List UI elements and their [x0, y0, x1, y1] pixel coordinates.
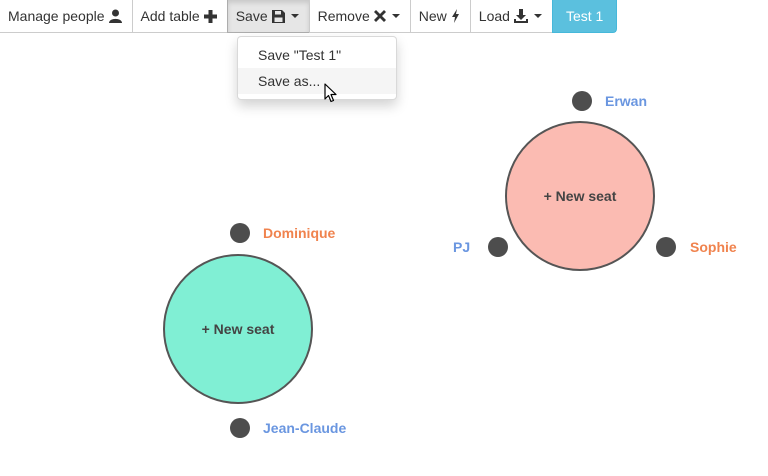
times-icon — [373, 10, 386, 22]
seat-handle[interactable] — [572, 91, 592, 111]
seat-name[interactable]: Jean-Claude — [263, 420, 346, 436]
table[interactable]: + New seat — [505, 121, 655, 271]
current-plan-label: Test 1 — [565, 8, 604, 24]
new-label: New — [418, 8, 447, 24]
download-icon — [513, 9, 528, 23]
save-button[interactable]: Save — [226, 0, 310, 33]
manage-people-label: Manage people — [8, 8, 105, 24]
remove-button[interactable]: Remove — [308, 0, 411, 33]
load-label: Load — [478, 8, 510, 24]
new-seat-label[interactable]: + New seat — [544, 188, 617, 204]
table[interactable]: + New seat — [163, 254, 313, 404]
new-button[interactable]: New — [409, 0, 471, 33]
save-current-menu-item[interactable]: Save "Test 1" — [238, 42, 396, 68]
remove-label: Remove — [317, 8, 370, 24]
floppy-disk-icon — [271, 9, 285, 23]
seat-name[interactable]: Sophie — [690, 239, 737, 255]
save-dropdown-menu: Save "Test 1" Save as... — [237, 36, 397, 100]
chevron-down-icon — [533, 14, 542, 18]
bolt-icon — [451, 9, 460, 23]
save-as-menu-item[interactable]: Save as... — [238, 68, 396, 94]
load-button[interactable]: Load — [469, 0, 553, 33]
plus-icon — [203, 9, 217, 23]
user-icon — [108, 9, 122, 23]
seat-handle[interactable] — [488, 237, 508, 257]
seat-name[interactable]: Dominique — [263, 225, 335, 241]
add-table-button[interactable]: Add table — [131, 0, 228, 33]
chevron-down-icon — [290, 14, 299, 18]
seat-handle[interactable] — [230, 418, 250, 438]
chevron-down-icon — [391, 14, 400, 18]
seat-name[interactable]: Erwan — [605, 93, 647, 109]
current-plan-button[interactable]: Test 1 — [551, 0, 618, 33]
manage-people-button[interactable]: Manage people — [0, 0, 133, 33]
toolbar: Manage people Add table Save Remove New … — [0, 0, 618, 33]
mouse-pointer-icon — [324, 83, 338, 109]
seat-name[interactable]: PJ — [453, 239, 470, 255]
add-table-label: Add table — [140, 8, 200, 24]
seat-handle[interactable] — [656, 237, 676, 257]
seat-handle[interactable] — [230, 223, 250, 243]
seating-planner: Manage people Add table Save Remove New … — [0, 0, 768, 476]
save-label: Save — [235, 8, 268, 24]
new-seat-label[interactable]: + New seat — [202, 321, 275, 337]
